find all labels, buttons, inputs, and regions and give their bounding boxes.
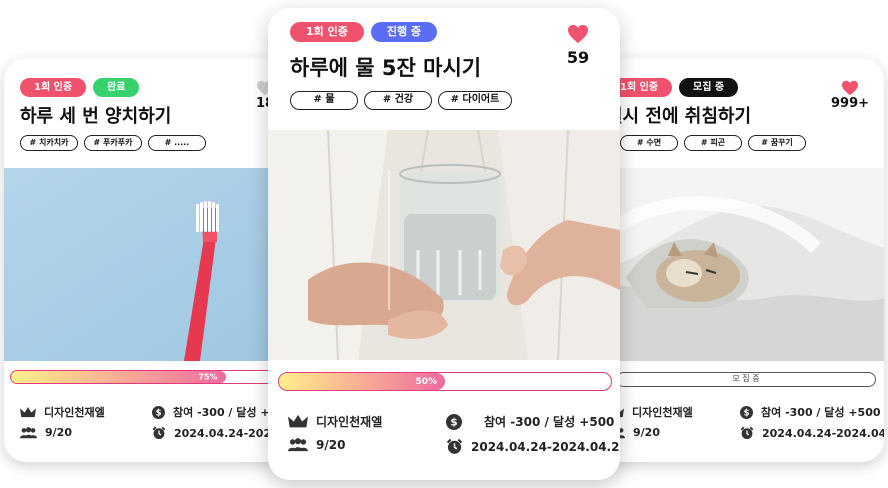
participants-count: 9/20 [316, 438, 346, 452]
like-button[interactable]: 59 [560, 24, 596, 67]
host-row: 디자인천재엘 [20, 404, 105, 420]
like-count: 999+ [830, 96, 870, 111]
period-row: 2024.04.24-2024.04.28 [740, 426, 884, 440]
coin-icon: $ [740, 405, 753, 419]
host-name: 디자인천재엘 [316, 415, 383, 429]
participants-row: 9/20 [20, 426, 72, 439]
tag-list: # 물 # 건강 # 다이어트 [290, 91, 512, 110]
tag-list: # 수면 # 피곤 # 꿈꾸기 [620, 135, 806, 151]
challenge-card-sleep[interactable]: 1회 인증 모집 중 열시 전에 취침하기 # 수면 # 피곤 # 꿈꾸기 99… [586, 58, 884, 462]
badge-group: 1회 인증 완료 [20, 78, 140, 97]
alarm-clock-icon [740, 426, 754, 440]
points-row: $ 참여 -300 / 달성 +500 [446, 413, 614, 430]
card-title: 열시 전에 취침하기 [606, 106, 752, 127]
recruiting-status-bar: 모 집 중 [616, 372, 876, 387]
badge-status: 진행 중 [370, 22, 438, 42]
host-name: 디자인천재엘 [44, 406, 105, 419]
points-text: 참여 -300 / 달성 +500 [761, 406, 881, 419]
like-button[interactable]: 999+ [830, 80, 870, 111]
heart-icon [568, 24, 588, 44]
badge-certify: 1회 인증 [20, 78, 87, 97]
period-row: 2024.04.24-2024.04.28 [446, 438, 620, 455]
badge-status: 모집 중 [679, 78, 739, 97]
progress-bar: 50% [278, 372, 612, 391]
tag[interactable]: # ..... [148, 135, 206, 151]
svg-text:$: $ [156, 407, 162, 417]
like-count: 59 [566, 48, 590, 67]
participants-count: 9/20 [45, 426, 72, 439]
progress-fill: 75% [11, 371, 226, 383]
challenge-photo [586, 168, 884, 361]
period-text: 2024.04.24-2024.04.28 [471, 439, 620, 454]
heart-icon [842, 80, 858, 96]
badge-group: 1회 인증 모집 중 [606, 78, 739, 97]
period-text: 2024.04.24-2024.04.28 [762, 426, 884, 440]
challenge-photo [268, 130, 620, 360]
tag[interactable]: # 꿈꾸기 [748, 135, 806, 151]
badge-certify: 1회 인증 [290, 22, 364, 42]
participants-row: 9/20 [288, 438, 345, 452]
host-row: 디자인천재엘 [608, 404, 693, 420]
progress-fill: 50% [279, 373, 445, 390]
crown-icon [20, 406, 36, 417]
alarm-clock-icon [152, 426, 166, 440]
progress-label: 75% [198, 372, 218, 382]
points-row: $ 참여 -300 / 달성 +500 [740, 404, 881, 420]
challenge-card-water[interactable]: 1회 인증 진행 중 하루에 물 5잔 마시기 # 물 # 건강 # 다이어트 … [268, 8, 620, 480]
crown-icon [288, 414, 308, 428]
svg-text:$: $ [744, 407, 750, 417]
tag[interactable]: # 치카치카 [20, 135, 78, 151]
participants-count: 9/20 [633, 426, 660, 439]
coin-icon: $ [152, 405, 165, 419]
tag[interactable]: # 건강 [364, 91, 432, 110]
tag[interactable]: # 물 [290, 91, 358, 110]
tag-list: # 치카치카 # 푸카푸카 # ..... [20, 135, 206, 151]
badge-status: 완료 [93, 78, 140, 97]
svg-text:$: $ [450, 416, 457, 428]
coin-icon: $ [446, 413, 462, 430]
challenge-card-toothbrush[interactable]: 1회 인증 완료 하루 세 번 양치하기 # 치카치카 # 푸카푸카 # ...… [4, 58, 304, 462]
alarm-clock-icon [446, 438, 463, 454]
card-title: 하루에 물 5잔 마시기 [290, 56, 482, 80]
host-row: 디자인천재엘 [288, 413, 382, 430]
tag[interactable]: # 푸카푸카 [84, 135, 142, 151]
tag[interactable]: # 피곤 [684, 135, 742, 151]
points-text: 참여 -300 / 달성 +500 [484, 415, 615, 429]
tag[interactable]: # 수면 [620, 135, 678, 151]
progress-bar: 75% [10, 370, 304, 384]
progress-label: 50% [415, 376, 437, 387]
host-name: 디자인천재엘 [632, 406, 693, 419]
people-icon [288, 438, 308, 452]
card-title: 하루 세 번 양치하기 [20, 106, 172, 127]
people-icon [20, 426, 37, 438]
badge-group: 1회 인증 진행 중 [290, 22, 438, 42]
tag[interactable]: # 다이어트 [438, 91, 512, 110]
challenge-photo [4, 168, 304, 361]
